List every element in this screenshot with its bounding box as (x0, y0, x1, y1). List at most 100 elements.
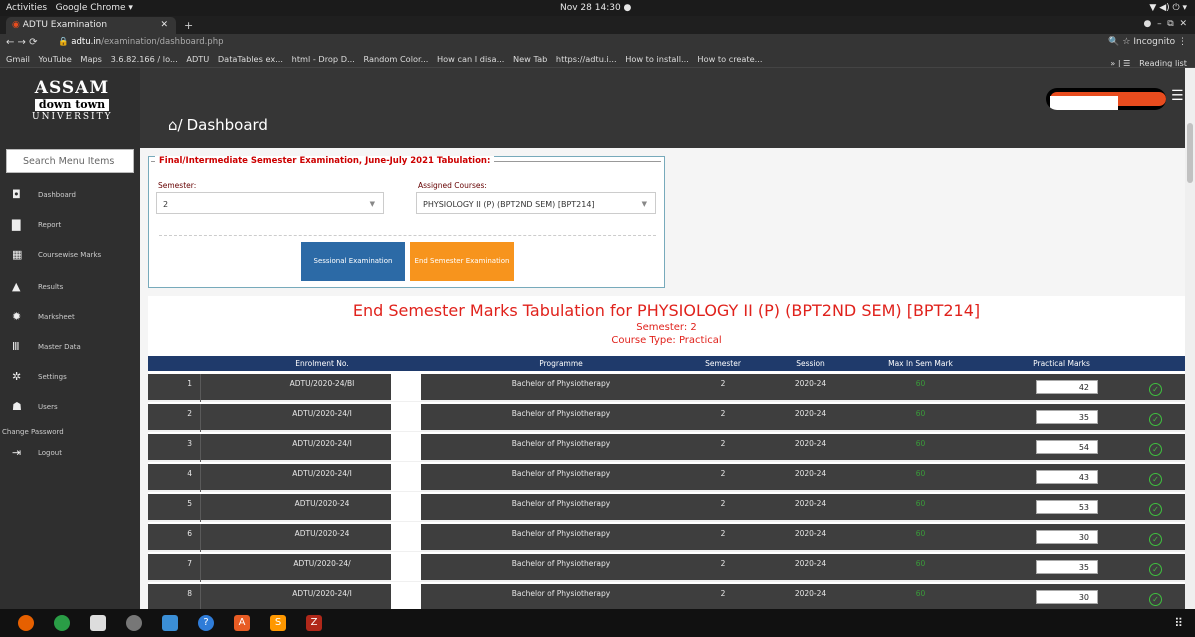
address-bar[interactable]: 🔒 adtu.in/examination/dashboard.php (58, 37, 224, 47)
check-circle-icon[interactable]: ✓ (1149, 413, 1162, 426)
programme-cell: Bachelor of Physiotherapy (511, 559, 611, 568)
practical-marks-input[interactable]: 35 (1036, 410, 1098, 424)
redaction-block (391, 584, 421, 609)
dock: ? A S Z ⠿ (0, 609, 1195, 637)
table-row: 7 ADTU/2020-24/Bachelor of Physiotherapy 2… (148, 554, 1185, 582)
clock[interactable]: Nov 28 14:30 ● (560, 3, 631, 13)
bookmark-item[interactable]: New Tab (513, 54, 547, 64)
practical-marks-input[interactable]: 30 (1036, 590, 1098, 604)
tab-close-icon[interactable]: ✕ (160, 20, 168, 30)
sidebar-item-results[interactable]: ▲ Results (12, 280, 137, 298)
help-icon[interactable]: ? (198, 615, 214, 631)
session-cell: 2020-24 (794, 439, 827, 448)
courses-select-value: PHYSIOLOGY II (P) (BPT2ND SEM) [BPT214] (423, 200, 595, 209)
practical-marks-input[interactable]: 35 (1036, 560, 1098, 574)
software-icon[interactable]: A (234, 615, 250, 631)
filezilla-icon[interactable]: Z (306, 615, 322, 631)
row-number: 3 (187, 439, 192, 448)
check-circle-icon[interactable]: ✓ (1149, 563, 1162, 576)
bookmark-item[interactable]: Random Color... (363, 54, 428, 64)
app-menu[interactable]: Google Chrome ▾ (56, 3, 133, 13)
bookmark-item[interactable]: Maps (80, 54, 102, 64)
document-icon[interactable] (162, 615, 178, 631)
system-tray[interactable]: ▼ ◀) ⏻ ▾ (1149, 3, 1187, 13)
sessional-exam-button[interactable]: Sessional Examination (301, 242, 405, 281)
hamburger-icon[interactable]: ☰ (1171, 88, 1184, 104)
sidebar-item-master-data[interactable]: Ⅲ Master Data (12, 340, 137, 358)
obs-icon[interactable] (126, 615, 142, 631)
check-circle-icon[interactable]: ✓ (1149, 443, 1162, 456)
table-row: 2 ADTU/2020-24/I Bachelor of Physiotherapy… (148, 404, 1185, 432)
bookmark-item[interactable]: html - Drop D... (292, 54, 355, 64)
app-grid-icon[interactable]: ⠿ (1174, 616, 1183, 630)
practical-marks-input[interactable]: 43 (1036, 470, 1098, 484)
table-course-type: Course Type: Practical (611, 335, 722, 346)
reading-list-button[interactable]: » | ☰ Reading list (1110, 56, 1187, 68)
cog-icon: ✲ (12, 370, 22, 383)
panel-legend: Final/Intermediate Semester Examination,… (155, 156, 495, 166)
header-session: Session (796, 359, 825, 368)
check-circle-icon[interactable]: ✓ (1149, 593, 1162, 606)
sidebar-item-coursewise-marks[interactable]: ▦ Coursewise Marks (12, 248, 137, 266)
tabulation-panel: Final/Intermediate Semester Examination,… (148, 156, 665, 288)
reading-list-label: Reading list (1139, 58, 1187, 68)
page-scrollbar[interactable] (1185, 68, 1195, 609)
bookmark-item[interactable]: How can I disa... (437, 54, 504, 64)
home-icon[interactable]: ⌂/ (168, 116, 183, 134)
practical-marks-input[interactable]: 54 (1036, 440, 1098, 454)
sublime-icon[interactable]: S (270, 615, 286, 631)
new-tab-button[interactable]: + (184, 19, 193, 32)
table-heading: End Semester Marks Tabulation for PHYSIO… (148, 296, 1185, 354)
table-header: Enrolment No. Programme Semester Session… (148, 356, 1185, 371)
sidebar-item-logout[interactable]: ⇥ Logout (12, 446, 137, 464)
file-icon: ▇ (12, 218, 21, 231)
header-programme: Programme (539, 359, 583, 368)
tab-strip: ◉ ADTU Examination ✕ + ● – ⧉ ✕ (0, 16, 1195, 34)
check-circle-icon[interactable]: ✓ (1149, 383, 1162, 396)
activities-button[interactable]: Activities Google Chrome ▾ (6, 3, 133, 13)
semester-select[interactable]: 2 ▼ (156, 192, 384, 214)
user-menu[interactable] (1046, 88, 1166, 110)
bookmark-item[interactable]: https://adtu.i... (556, 54, 617, 64)
bookmark-item[interactable]: How to install... (625, 54, 689, 64)
semester-cell: 2 (720, 379, 726, 388)
practical-marks-input[interactable]: 42 (1036, 380, 1098, 394)
files-icon[interactable] (90, 615, 106, 631)
change-password-link[interactable]: Change Password (2, 428, 64, 436)
sidebar-item-marksheet[interactable]: ✹ Marksheet (12, 310, 137, 328)
sidebar-item-dashboard[interactable]: ◘ Dashboard (12, 188, 137, 206)
sidebar-item-users[interactable]: ☗ Users (12, 400, 137, 418)
page-title: ⌂/Dashboard (168, 116, 268, 134)
logo-line1: ASSAM (34, 78, 110, 98)
chrome-icon[interactable] (54, 615, 70, 631)
bookmark-item[interactable]: How to create... (697, 54, 762, 64)
sidebar-item-report[interactable]: ▇ Report (12, 218, 137, 236)
sidebar-item-label: Master Data (38, 342, 81, 351)
search-menu-input[interactable]: Search Menu Items (6, 149, 134, 173)
redaction-block (391, 494, 421, 521)
firefox-icon[interactable] (18, 615, 34, 631)
nav-buttons[interactable]: ← → ⟳ (6, 37, 38, 48)
check-circle-icon[interactable]: ✓ (1149, 533, 1162, 546)
courses-select[interactable]: PHYSIOLOGY II (P) (BPT2ND SEM) [BPT214] ▼ (416, 192, 656, 214)
sidebar-item-settings[interactable]: ✲ Settings (12, 370, 137, 388)
browser-tab[interactable]: ◉ ADTU Examination ✕ (6, 17, 176, 34)
check-circle-icon[interactable]: ✓ (1149, 503, 1162, 516)
bookmark-item[interactable]: Gmail (6, 54, 30, 64)
bookmark-item[interactable]: DataTables ex... (218, 54, 283, 64)
session-cell: 2020-24 (794, 529, 827, 538)
practical-marks-input[interactable]: 53 (1036, 500, 1098, 514)
practical-marks-input[interactable]: 30 (1036, 530, 1098, 544)
bookmark-item[interactable]: 3.6.82.166 / lo... (111, 54, 178, 64)
end-semester-exam-button[interactable]: End Semester Examination (410, 242, 514, 281)
scrollbar-thumb[interactable] (1187, 123, 1193, 183)
incognito-indicator[interactable]: 🔍 ☆ Incognito ⋮ (1108, 37, 1187, 47)
row-number: 2 (187, 409, 192, 418)
window-controls[interactable]: ● – ⧉ ✕ (1144, 19, 1188, 29)
max-marks-cell: 60 (915, 499, 926, 508)
bookmarks-bar: Gmail YouTube Maps 3.6.82.166 / lo... AD… (0, 52, 1195, 68)
semester-label: Semester: (158, 181, 197, 190)
bookmark-item[interactable]: ADTU (186, 54, 209, 64)
bookmark-item[interactable]: YouTube (39, 54, 72, 64)
check-circle-icon[interactable]: ✓ (1149, 473, 1162, 486)
